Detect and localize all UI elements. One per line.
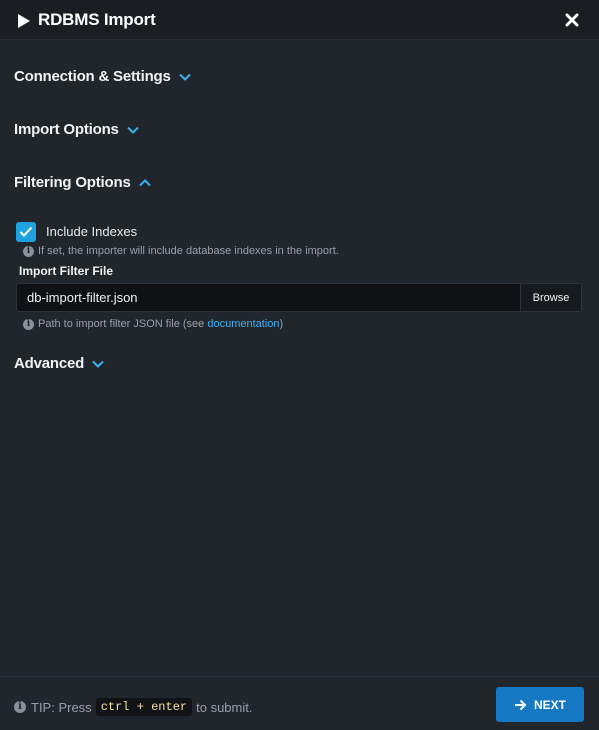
next-button[interactable]: NEXT <box>496 687 584 722</box>
info-icon: i <box>14 701 26 713</box>
tip-suffix: to submit. <box>196 699 253 715</box>
next-label: NEXT <box>533 697 566 712</box>
chevron-up-icon <box>138 178 151 186</box>
import-filter-file-input[interactable] <box>17 284 520 311</box>
filter-file-help: i Path to import filter JSON file (see d… <box>23 318 283 330</box>
section-advanced[interactable]: Advanced <box>14 355 104 372</box>
chevron-down-icon <box>178 73 191 81</box>
dialog-footer: i TIP: Press ctrl + enter to submit. NEX… <box>0 676 599 730</box>
include-indexes-checkbox[interactable] <box>16 222 36 242</box>
play-icon <box>18 14 30 28</box>
include-indexes-label[interactable]: Include Indexes <box>46 224 137 239</box>
browse-button[interactable]: Browse <box>520 284 581 311</box>
info-icon: i <box>23 318 34 330</box>
keyboard-shortcut: ctrl + enter <box>95 698 193 716</box>
section-filtering-options[interactable]: Filtering Options <box>14 174 151 191</box>
section-label: Advanced <box>14 355 85 372</box>
include-indexes-help: i If set, the importer will include data… <box>23 245 339 257</box>
help-text: If set, the importer will include databa… <box>38 245 339 257</box>
section-import-options[interactable]: Import Options <box>14 121 139 138</box>
import-filter-file-group: Browse <box>16 283 582 312</box>
section-connection-settings[interactable]: Connection & Settings <box>14 68 191 85</box>
tip-text: i TIP: Press ctrl + enter to submit. <box>14 698 252 716</box>
info-icon: i <box>23 245 34 257</box>
section-label: Connection & Settings <box>14 68 171 85</box>
arrow-right-icon <box>514 699 527 710</box>
documentation-link[interactable]: documentation <box>207 318 279 330</box>
close-icon[interactable] <box>564 12 580 28</box>
chevron-down-icon <box>126 126 139 134</box>
help-text-suffix: ) <box>279 318 284 330</box>
help-text-prefix: Path to import filter JSON file (see <box>38 318 208 330</box>
dialog-header: RDBMS Import <box>0 0 599 40</box>
tip-prefix: TIP: Press <box>31 699 92 715</box>
section-label: Filtering Options <box>14 174 131 191</box>
import-filter-file-label: Import Filter File <box>19 264 114 278</box>
chevron-down-icon <box>92 360 104 368</box>
dialog-title: RDBMS Import <box>38 10 156 29</box>
section-label: Import Options <box>14 121 119 138</box>
checkmark-icon <box>19 226 33 237</box>
